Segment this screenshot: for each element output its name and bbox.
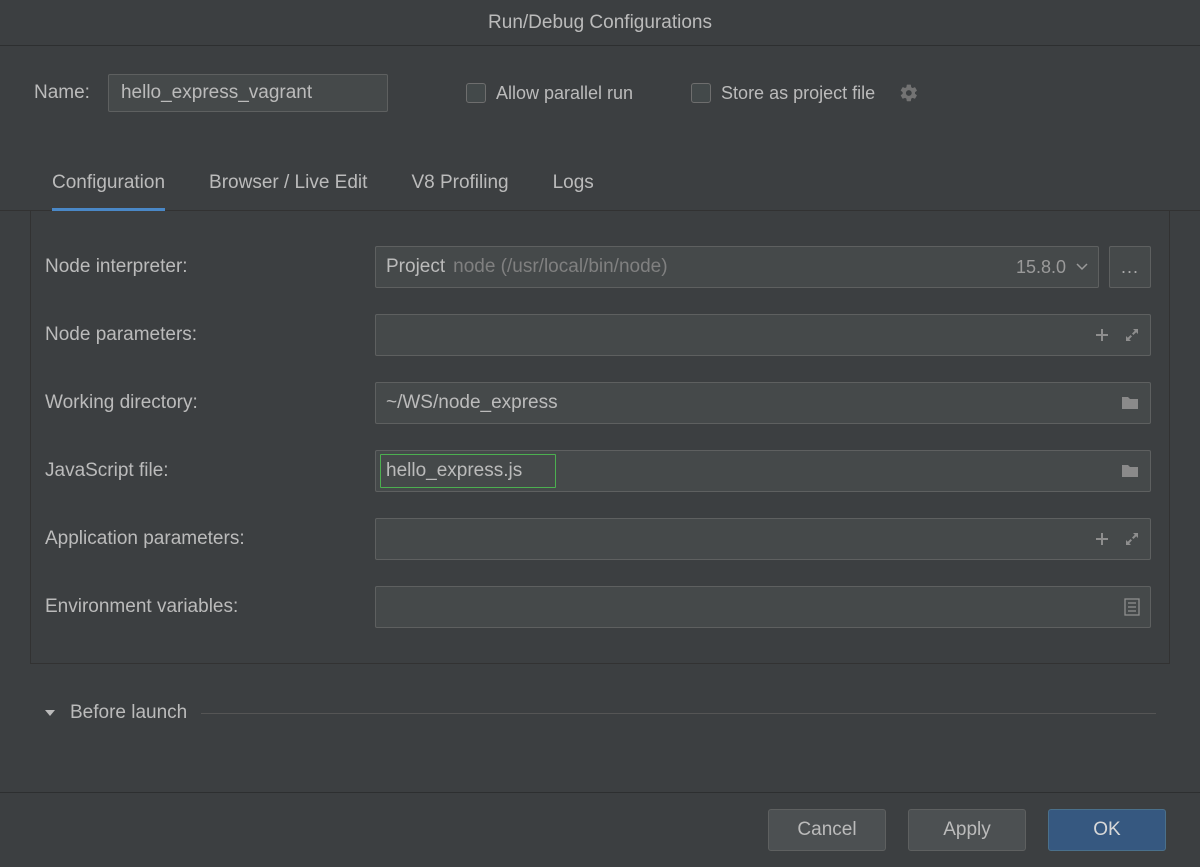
tab-browser-live-edit[interactable]: Browser / Live Edit <box>209 172 367 210</box>
name-label: Name: <box>34 82 90 104</box>
checkbox-icon <box>466 83 486 103</box>
javascript-file-input[interactable]: hello_express.js <box>375 450 1151 492</box>
working-directory-value: ~/WS/node_express <box>386 392 1120 414</box>
cancel-button[interactable]: Cancel <box>768 809 886 851</box>
checkbox-icon <box>691 83 711 103</box>
environment-variables-input[interactable] <box>375 586 1151 628</box>
application-parameters-label: Application parameters: <box>45 528 365 550</box>
chevron-down-icon <box>1076 263 1088 271</box>
store-as-project-file-checkbox[interactable]: Store as project file <box>691 83 875 104</box>
folder-icon[interactable] <box>1120 463 1140 479</box>
tab-configuration[interactable]: Configuration <box>52 172 165 211</box>
apply-button[interactable]: Apply <box>908 809 1026 851</box>
store-as-project-label: Store as project file <box>721 83 875 104</box>
row-application-parameters: Application parameters: <box>45 505 1151 573</box>
gear-icon[interactable] <box>899 83 919 103</box>
divider <box>201 713 1156 714</box>
node-interpreter-browse-button[interactable]: ... <box>1109 246 1151 288</box>
allow-parallel-label: Allow parallel run <box>496 83 633 104</box>
dialog-title: Run/Debug Configurations <box>0 0 1200 45</box>
node-interpreter-label: Node interpreter: <box>45 256 365 278</box>
tabs: Configuration Browser / Live Edit V8 Pro… <box>0 122 1200 211</box>
chevron-down-icon <box>44 709 56 718</box>
plus-icon[interactable] <box>1094 531 1110 547</box>
allow-parallel-run-checkbox[interactable]: Allow parallel run <box>466 83 633 104</box>
header-row: Name: Allow parallel run Store as projec… <box>0 46 1200 122</box>
row-node-parameters: Node parameters: <box>45 301 1151 369</box>
plus-icon[interactable] <box>1094 327 1110 343</box>
expand-icon[interactable] <box>1124 327 1140 343</box>
expand-icon[interactable] <box>1124 531 1140 547</box>
config-panel: Node interpreter: Project node (/usr/loc… <box>30 211 1170 664</box>
node-parameters-input[interactable] <box>375 314 1151 356</box>
folder-icon[interactable] <box>1120 395 1140 411</box>
node-interpreter-select[interactable]: Project node (/usr/local/bin/node) 15.8.… <box>375 246 1099 288</box>
ok-button[interactable]: OK <box>1048 809 1166 851</box>
tab-v8-profiling[interactable]: V8 Profiling <box>411 172 508 210</box>
working-directory-input[interactable]: ~/WS/node_express <box>375 382 1151 424</box>
working-directory-label: Working directory: <box>45 392 365 414</box>
row-javascript-file: JavaScript file: hello_express.js <box>45 437 1151 505</box>
javascript-file-label: JavaScript file: <box>45 460 365 482</box>
node-interpreter-prefix: Project <box>386 256 445 278</box>
environment-variables-label: Environment variables: <box>45 596 365 618</box>
list-icon[interactable] <box>1124 598 1140 616</box>
tab-logs[interactable]: Logs <box>553 172 594 210</box>
node-interpreter-hint: node (/usr/local/bin/node) <box>453 256 1016 278</box>
before-launch-section[interactable]: Before launch <box>0 664 1200 734</box>
before-launch-label: Before launch <box>70 702 187 724</box>
application-parameters-input[interactable] <box>375 518 1151 560</box>
row-working-directory: Working directory: ~/WS/node_express <box>45 369 1151 437</box>
name-input[interactable] <box>108 74 388 112</box>
dialog-title-text: Run/Debug Configurations <box>488 12 712 34</box>
node-parameters-label: Node parameters: <box>45 324 365 346</box>
javascript-file-value: hello_express.js <box>386 460 1120 482</box>
dialog-footer: Cancel Apply OK <box>0 792 1200 867</box>
row-environment-variables: Environment variables: <box>45 573 1151 641</box>
row-node-interpreter: Node interpreter: Project node (/usr/loc… <box>45 233 1151 301</box>
node-interpreter-version: 15.8.0 <box>1016 257 1066 278</box>
